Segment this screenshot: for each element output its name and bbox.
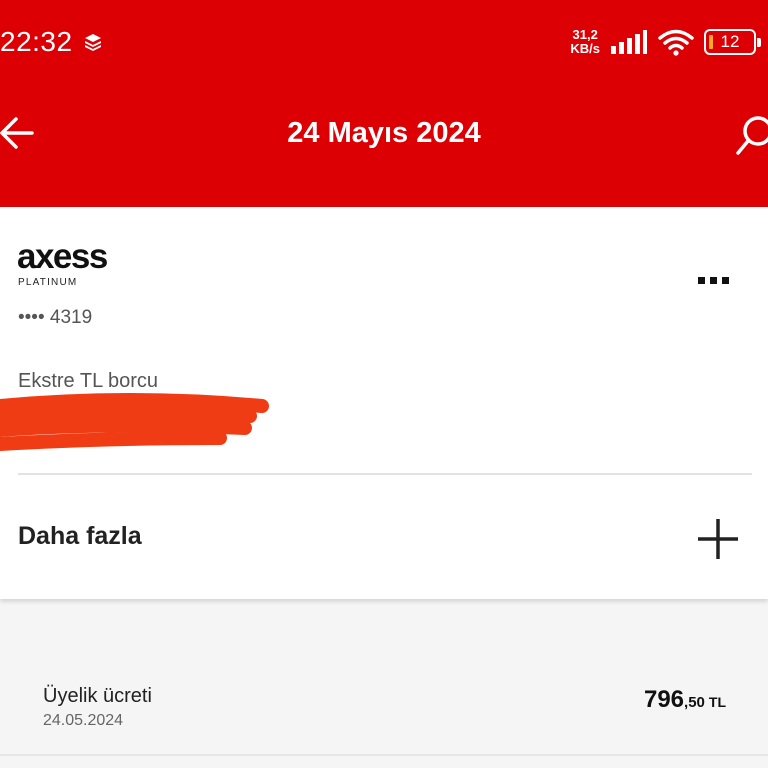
amount-currency: TL bbox=[708, 694, 726, 710]
more-dot bbox=[698, 276, 705, 284]
battery-indicator: 12 bbox=[704, 29, 761, 55]
more-dot bbox=[722, 276, 729, 284]
layers-icon bbox=[84, 34, 101, 51]
status-bar-time: 22:32 bbox=[0, 26, 103, 58]
app-header: 22:32 31,2 KB/s 12 24 Mayıs 2024 bbox=[0, 0, 768, 207]
transaction-amount: 796,50 TL bbox=[644, 686, 726, 714]
transaction-date: 24.05.2024 bbox=[43, 712, 124, 729]
network-speed-value: 31,2 bbox=[572, 27, 598, 42]
status-time-text: 22:32 bbox=[0, 26, 73, 57]
transaction-name: Üyelik ücreti bbox=[43, 685, 152, 707]
card-brand-logo: axess bbox=[17, 237, 108, 276]
network-speed: 31,2 KB/s bbox=[570, 28, 600, 56]
signal-icon bbox=[611, 30, 647, 54]
card-tier: PLATINUM bbox=[18, 277, 78, 288]
more-dot bbox=[710, 276, 717, 284]
divider bbox=[0, 754, 768, 756]
more-details-label: Daha fazla bbox=[18, 522, 142, 550]
masked-card-number: •••• 4319 bbox=[18, 307, 93, 328]
page-title: 24 Mayıs 2024 bbox=[287, 117, 481, 149]
wifi-icon bbox=[658, 29, 694, 56]
amount-integer: 796 bbox=[643, 686, 685, 713]
plus-icon[interactable] bbox=[697, 518, 739, 560]
battery-percent: 12 bbox=[720, 32, 740, 51]
network-speed-unit: KB/s bbox=[570, 41, 600, 56]
more-details-toggle[interactable]: Daha fazla bbox=[0, 475, 768, 599]
statement-debt-label: Ekstre TL borcu bbox=[18, 370, 159, 392]
transaction-row[interactable]: Üyelik ücreti 24.05.2024 796,50 TL bbox=[0, 660, 768, 756]
redaction-scribble bbox=[0, 393, 269, 451]
search-icon[interactable] bbox=[736, 110, 768, 158]
more-options-icon[interactable] bbox=[698, 271, 738, 289]
credit-card-summary: axess PLATINUM •••• 4319 Ekstre TL borcu… bbox=[0, 207, 768, 599]
status-bar-indicators: 31,2 KB/s 12 bbox=[570, 28, 761, 56]
amount-decimal: ,50 bbox=[684, 694, 705, 711]
battery-level bbox=[709, 35, 713, 49]
